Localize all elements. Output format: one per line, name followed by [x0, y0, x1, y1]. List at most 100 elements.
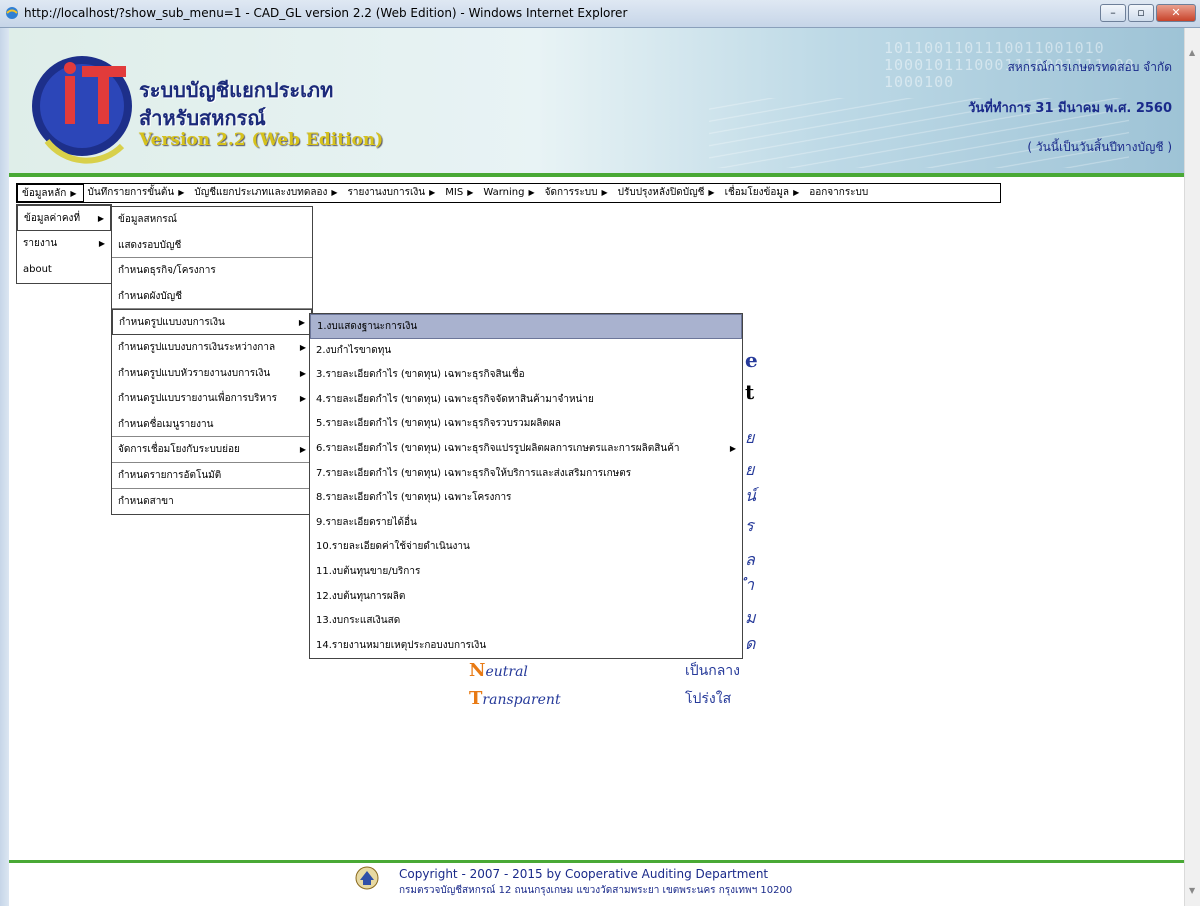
menu-item-label: 13.งบกระแสเงินสด [316, 615, 401, 627]
menu2-item[interactable]: กำหนดรูปแบบงบการเงินระหว่างกาล ▶ [112, 335, 312, 361]
menu3-item[interactable]: 12.งบต้นทุนการผลิต [310, 585, 742, 610]
bg-glyph: ร [745, 516, 754, 535]
fiscal-year-note: ( วันนี้เป็นวันสิ้นปีทางบัญชี ) [1027, 140, 1172, 154]
menu2-item[interactable]: กำหนดรูปแบบรายงานเพื่อการบริหาร ▶ [112, 386, 312, 412]
menu-item-label: 5.รายละเอียดกำไร (ขาดทุน) เฉพาะธุรกิจรวบ… [316, 418, 561, 430]
menu1-item[interactable]: about [17, 257, 111, 283]
submenu-arrow-icon: ▶ [331, 188, 338, 197]
menu3-item[interactable]: 8.รายละเอียดกำไร (ขาดทุน) เฉพาะโครงการ [310, 486, 742, 511]
scroll-up-icon[interactable]: ▲ [1189, 48, 1195, 57]
menu3-item[interactable]: 5.รายละเอียดกำไร (ขาดทุน) เฉพาะธุรกิจรวบ… [310, 412, 742, 437]
menubar-item[interactable]: Warning ▶ [479, 184, 540, 202]
submenu-arrow-icon: ▶ [299, 394, 306, 404]
submenu-arrow-icon: ▶ [298, 318, 305, 328]
bg-glyph: ย [745, 428, 755, 447]
menu3-item[interactable]: 10.รายละเอียดค่าใช้จ่ายดำเนินงาน [310, 535, 742, 560]
value-neutral-th: เป็นกลาง [685, 663, 740, 679]
menubar-item[interactable]: ข้อมูลหลัก ▶ [17, 184, 84, 202]
menu-item-label: กำหนดรูปแบบงบการเงิน [119, 317, 225, 329]
menu3-item[interactable]: 2.งบกำไรขาดทุน [310, 339, 742, 364]
submenu-arrow-icon: ▶ [528, 188, 535, 197]
version-label: Version 2.2 (Web Edition) [139, 130, 384, 150]
menu-item-label: 10.รายละเอียดค่าใช้จ่ายดำเนินงาน [316, 541, 470, 553]
bg-glyph: e [745, 348, 758, 372]
menu2-item[interactable]: กำหนดชื่อเมนูรายงาน [112, 412, 312, 438]
menu-item-label: 8.รายละเอียดกำไร (ขาดทุน) เฉพาะโครงการ [316, 492, 512, 504]
menubar-item[interactable]: บันทึกรายการขั้นต้น ▶ [84, 184, 191, 202]
menu-item-label: แสดงรอบบัญชี [118, 239, 182, 251]
value-neutral-en: Neutral [469, 660, 528, 681]
menu-item-label: กำหนดรูปแบบรายงานเพื่อการบริหาร [118, 393, 277, 405]
menubar-item-label: บัญชีแยกประเภทและงบทดลอง [194, 187, 328, 198]
submenu-arrow-icon: ▶ [467, 188, 474, 197]
vertical-scrollbar[interactable]: ▲ ▼ [1184, 28, 1200, 906]
menu-item-label: 14.รายงานหมายเหตุประกอบงบการเงิน [316, 639, 487, 651]
menu3-item[interactable]: 14.รายงานหมายเหตุประกอบงบการเงิน [310, 634, 742, 659]
menu-item-label: ข้อมูลสหกรณ์ [118, 214, 177, 225]
submenu-arrow-icon: ▶ [299, 445, 306, 455]
menu-item-label: รายงาน [23, 238, 58, 249]
close-button[interactable]: ✕ [1156, 4, 1196, 22]
menu3-item[interactable]: 7.รายละเอียดกำไร (ขาดทุน) เฉพาะธุรกิจให้… [310, 462, 742, 487]
menu2-item[interactable]: จัดการเชื่อมโยงกับระบบย่อย ▶ [112, 437, 312, 463]
menu-item-label: กำหนดธุรกิจ/โครงการ [118, 265, 216, 277]
bg-glyph: ล [745, 550, 755, 569]
neutral-rest: eutral [485, 664, 528, 680]
header-banner: 1011001101110011001010 10001011100011100… [9, 28, 1184, 173]
maximize-button[interactable]: ▫ [1128, 4, 1154, 22]
menubar-item[interactable]: ปรับปรุงหลังปิดบัญชี ▶ [614, 184, 721, 202]
menu1-item[interactable]: รายงาน ▶ [17, 231, 111, 257]
menu2-item[interactable]: กำหนดธุรกิจ/โครงการ [112, 258, 312, 284]
menubar-item[interactable]: จัดการระบบ ▶ [541, 184, 614, 202]
menu3-item[interactable]: 13.งบกระแสเงินสด [310, 609, 742, 634]
menu-item-label: กำหนดชื่อเมนูรายงาน [118, 418, 214, 430]
page-content: 1011001101110011001010 10001011100011100… [9, 28, 1184, 906]
minimize-button[interactable]: – [1100, 4, 1126, 22]
transparent-cap: T [469, 688, 483, 709]
menu2-item[interactable]: กำหนดรูปแบบงบการเงิน ▶ [112, 309, 312, 335]
dropdown-master-data: ข้อมูลค่าคงที่ ▶ รายงาน ▶ about [16, 204, 112, 284]
bg-glyph: t [745, 380, 755, 404]
menu-item-label: ข้อมูลค่าคงที่ [24, 213, 81, 224]
menu1-item[interactable]: ข้อมูลค่าคงที่ ▶ [17, 205, 111, 231]
menu2-item[interactable]: แสดงรอบบัญชี [112, 233, 312, 259]
menu3-item[interactable]: 3.รายละเอียดกำไร (ขาดทุน) เฉพาะธุรกิจสิน… [310, 363, 742, 388]
window-titlebar: http://localhost/?show_sub_menu=1 - CAD_… [0, 0, 1200, 28]
menubar-item[interactable]: บัญชีแยกประเภทและงบทดลอง ▶ [190, 184, 343, 202]
copyright-text: Copyright - 2007 - 2015 by Cooperative A… [399, 867, 769, 881]
menubar-item[interactable]: รายงานงบการเงิน ▶ [344, 184, 442, 202]
bg-glyph: น์ [745, 486, 756, 505]
menubar-item-label: MIS [445, 187, 464, 198]
menu2-item[interactable]: กำหนดรายการอัตโนมัติ [112, 463, 312, 489]
menu-item-label: 1.งบแสดงฐานะการเงิน [317, 321, 418, 332]
menu2-item[interactable]: กำหนดผังบัญชี [112, 284, 312, 310]
menu-item-label: 2.งบกำไรขาดทุน [316, 344, 392, 356]
menu-item-label: กำหนดผังบัญชี [118, 290, 182, 302]
bg-glyph: ด [745, 634, 756, 653]
menu3-item[interactable]: 1.งบแสดงฐานะการเงิน [310, 314, 742, 339]
menu3-item[interactable]: 11.งบต้นทุนขาย/บริการ [310, 560, 742, 585]
menu-item-label: 11.งบต้นทุนขาย/บริการ [316, 565, 421, 577]
menu3-item[interactable]: 6.รายละเอียดกำไร (ขาดทุน) เฉพาะธุรกิจแปร… [310, 437, 742, 462]
submenu-arrow-icon: ▶ [729, 443, 736, 453]
menu2-item[interactable]: กำหนดรูปแบบหัวรายงานงบการเงิน ▶ [112, 361, 312, 387]
value-transparent-en: Transparent [469, 688, 561, 709]
window-title: http://localhost/?show_sub_menu=1 - CAD_… [24, 6, 628, 20]
submenu-arrow-icon: ▶ [429, 188, 436, 197]
scroll-down-icon[interactable]: ▼ [1189, 886, 1195, 895]
menu-item-label: 9.รายละเอียดรายได้อื่น [316, 516, 417, 528]
submenu-arrow-icon: ▶ [178, 188, 185, 197]
menubar-item-label: บันทึกรายการขั้นต้น [87, 187, 175, 198]
menubar-item[interactable]: MIS ▶ [441, 184, 479, 202]
main-menubar: ข้อมูลหลัก ▶ บันทึกรายการขั้นต้น ▶ บัญชีแยกป… [16, 183, 1001, 203]
menu3-item[interactable]: 4.รายละเอียดกำไร (ขาดทุน) เฉพาะธุรกิจจัด… [310, 388, 742, 413]
menu2-item[interactable]: ข้อมูลสหกรณ์ [112, 207, 312, 233]
submenu-arrow-icon: ▶ [708, 188, 715, 197]
menu3-item[interactable]: 9.รายละเอียดรายได้อื่น [310, 511, 742, 536]
submenu-arrow-icon: ▶ [299, 342, 306, 352]
submenu-arrow-icon: ▶ [793, 188, 800, 197]
menubar-item[interactable]: ออกจากระบบ [805, 184, 874, 202]
menu2-item[interactable]: กำหนดสาขา [112, 489, 312, 515]
menu-item-label: กำหนดสาขา [118, 495, 174, 507]
menubar-item[interactable]: เชื่อมโยงข้อมูล ▶ [721, 184, 806, 202]
